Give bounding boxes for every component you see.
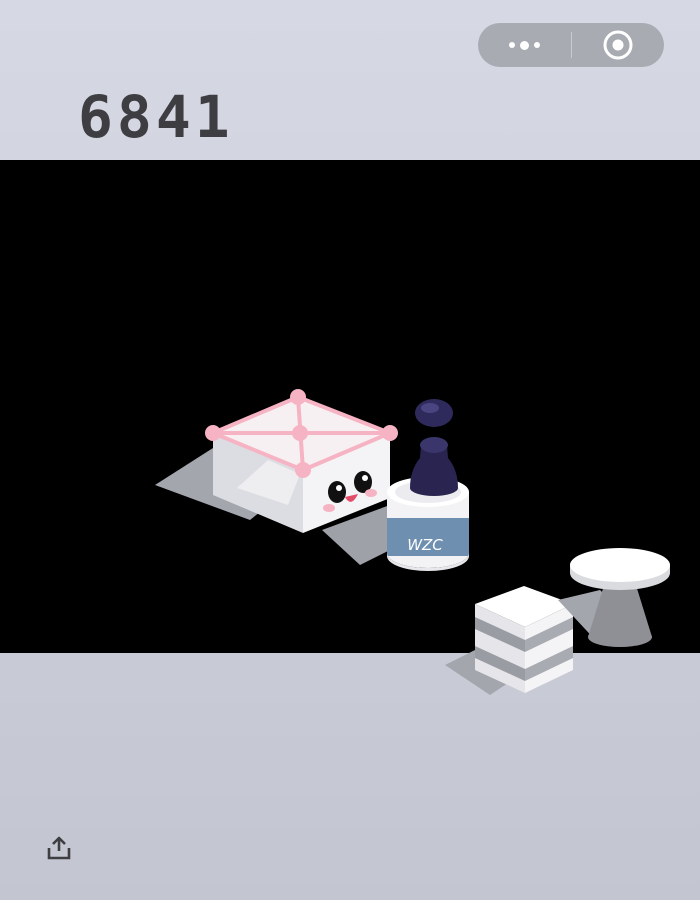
game-scene: WZC (155, 389, 670, 695)
share-upload-icon (47, 836, 71, 860)
share-button[interactable] (44, 833, 74, 863)
game-screen[interactable]: 6841 WZC (0, 0, 700, 900)
tissue-box-platform (155, 389, 398, 533)
round-table-platform (558, 548, 670, 647)
player-piece (410, 399, 458, 496)
bottle-label: WZC (407, 536, 443, 554)
striped-cube-platform (445, 586, 573, 695)
